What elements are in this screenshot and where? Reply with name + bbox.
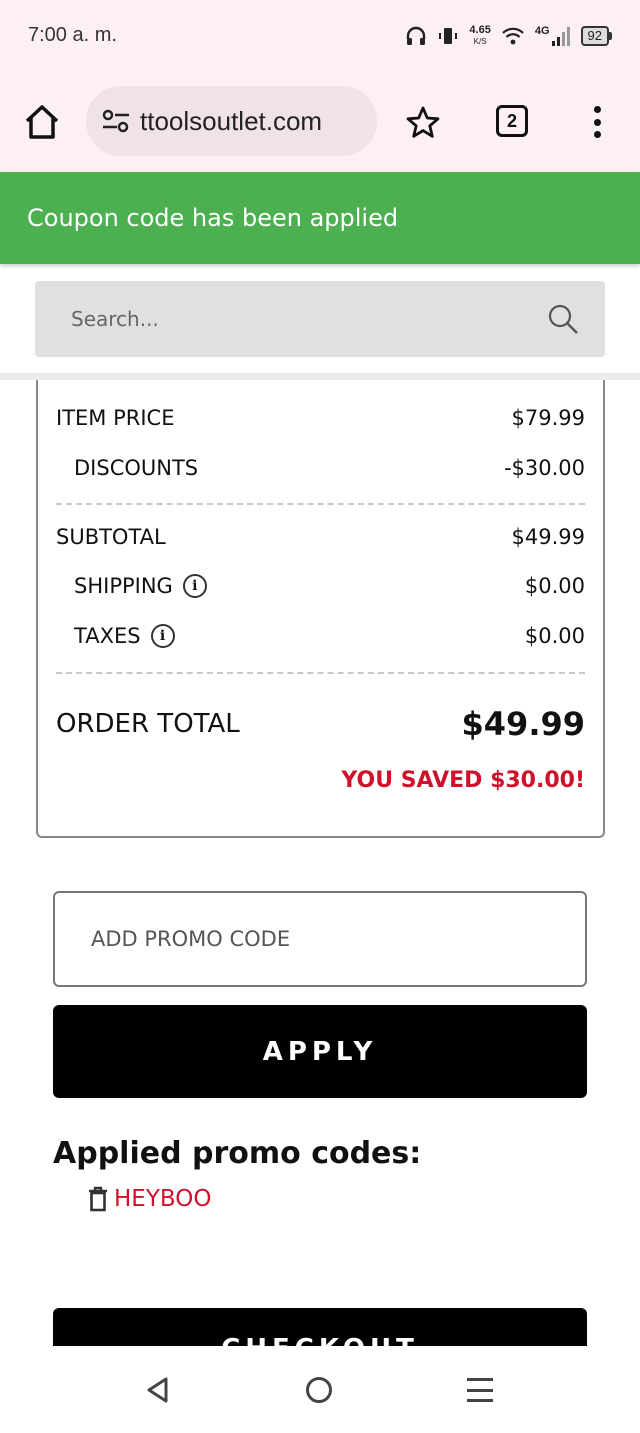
shipping-label-group: SHIPPING i <box>56 574 207 598</box>
checkout-button[interactable]: CHECKOUT <box>53 1308 587 1346</box>
url-text: ttoolsoutlet.com <box>140 105 323 136</box>
dashed-divider <box>56 672 585 674</box>
subtotal-row: SUBTOTAL $49.99 <box>56 525 585 549</box>
speed-unit: K/S <box>473 37 487 46</box>
discounts-row: DISCOUNTS -$30.00 <box>56 456 585 480</box>
toast-message: Coupon code has been applied <box>27 204 399 232</box>
status-icons: 4.65 K/S 4G 92 <box>405 18 612 54</box>
search-placeholder: Search... <box>71 307 159 331</box>
site-settings-icon[interactable] <box>102 108 130 134</box>
speed-value: 4.65 <box>469 24 491 36</box>
search-icon[interactable] <box>547 303 579 335</box>
subtotal-label: SUBTOTAL <box>56 525 166 549</box>
dashed-divider <box>56 503 585 505</box>
order-total-row: ORDER TOTAL $49.99 <box>56 705 585 743</box>
system-nav-bar <box>0 1346 640 1433</box>
discounts-label: DISCOUNTS <box>74 456 199 480</box>
home-icon[interactable] <box>22 102 62 142</box>
bookmark-star-icon[interactable] <box>404 104 442 142</box>
order-total-value: $49.99 <box>461 705 585 743</box>
item-price-label: ITEM PRICE <box>56 406 175 430</box>
taxes-value: $0.00 <box>524 624 585 648</box>
promo-code-input[interactable] <box>53 891 587 987</box>
item-price-row: ITEM PRICE $79.99 <box>56 406 585 430</box>
taxes-row: TAXES i $0.00 <box>56 624 585 648</box>
subtotal-value: $49.99 <box>511 525 585 549</box>
trash-icon[interactable] <box>88 1186 108 1212</box>
headphones-icon <box>407 26 426 45</box>
tab-switcher-button[interactable]: 2 <box>496 105 528 137</box>
section-divider <box>0 373 640 380</box>
cell-signal: 4G <box>535 25 571 47</box>
applied-promo-item: HEYBOO <box>88 1186 211 1212</box>
savings-message: YOU SAVED $30.00! <box>341 768 585 793</box>
network-speed: 4.65 K/S <box>469 25 490 47</box>
address-bar[interactable]: ttoolsoutlet.com <box>86 86 377 156</box>
order-total-label: ORDER TOTAL <box>56 709 240 739</box>
applied-promo-title: Applied promo codes: <box>53 1136 422 1171</box>
battery-icon: 92 <box>580 26 612 46</box>
network-type: 4G <box>534 25 550 37</box>
promo-code-text: HEYBOO <box>114 1186 212 1212</box>
search-section: Search... <box>0 264 640 374</box>
vibrate-icon <box>439 28 458 44</box>
info-icon[interactable]: i <box>150 624 175 648</box>
order-summary: ITEM PRICE $79.99 DISCOUNTS -$30.00 SUBT… <box>36 380 605 838</box>
recent-apps-icon[interactable] <box>467 1378 493 1402</box>
browser-toolbar: ttoolsoutlet.com 2 <box>0 72 640 172</box>
info-icon[interactable]: i <box>182 574 207 598</box>
signal-icon <box>551 27 570 46</box>
wifi-icon <box>502 27 524 45</box>
apply-button[interactable]: APPLY <box>53 1005 587 1098</box>
search-input[interactable]: Search... <box>35 281 605 357</box>
overflow-menu-icon[interactable] <box>588 102 606 142</box>
taxes-label: TAXES <box>74 624 141 648</box>
taxes-label-group: TAXES i <box>56 624 175 648</box>
shipping-label: SHIPPING <box>74 574 173 598</box>
shipping-row: SHIPPING i $0.00 <box>56 574 585 598</box>
status-time: 7:00 a. m. <box>28 24 117 46</box>
battery-level: 92 <box>580 26 609 46</box>
home-nav-icon[interactable] <box>306 1377 332 1403</box>
item-price-value: $79.99 <box>511 406 585 430</box>
back-icon[interactable] <box>145 1376 171 1404</box>
status-bar: 7:00 a. m. 4.65 K/S 4G 92 <box>0 0 640 72</box>
discounts-value: -$30.00 <box>503 456 585 480</box>
coupon-applied-toast: Coupon code has been applied <box>0 172 640 264</box>
shipping-value: $0.00 <box>524 574 585 598</box>
